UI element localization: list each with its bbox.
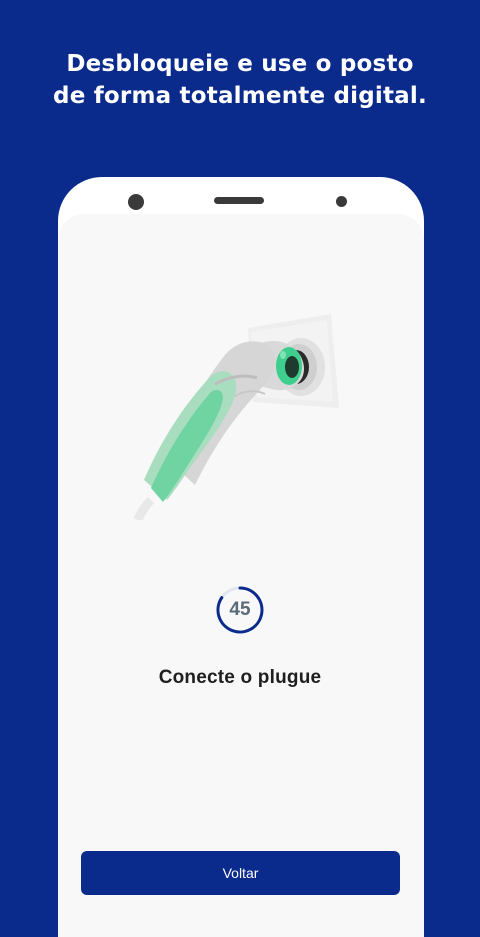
ev-charging-plug-illustration	[133, 314, 339, 520]
plug-cable	[133, 496, 155, 520]
headline-line-2: de forma totalmente digital.	[53, 83, 427, 109]
step-label: Conecte o plugue	[158, 667, 322, 688]
phone-camera	[128, 194, 144, 210]
phone-speaker	[214, 197, 264, 204]
phone-mockup	[58, 177, 424, 937]
phone-sensor	[336, 196, 347, 207]
countdown-timer: 45	[215, 585, 265, 635]
headline: Desbloqueie e use o posto de forma total…	[0, 48, 480, 112]
headline-line-1: Desbloqueie e use o posto	[66, 51, 414, 77]
back-button[interactable]: Voltar	[81, 851, 400, 895]
countdown-value: 45	[229, 599, 251, 620]
